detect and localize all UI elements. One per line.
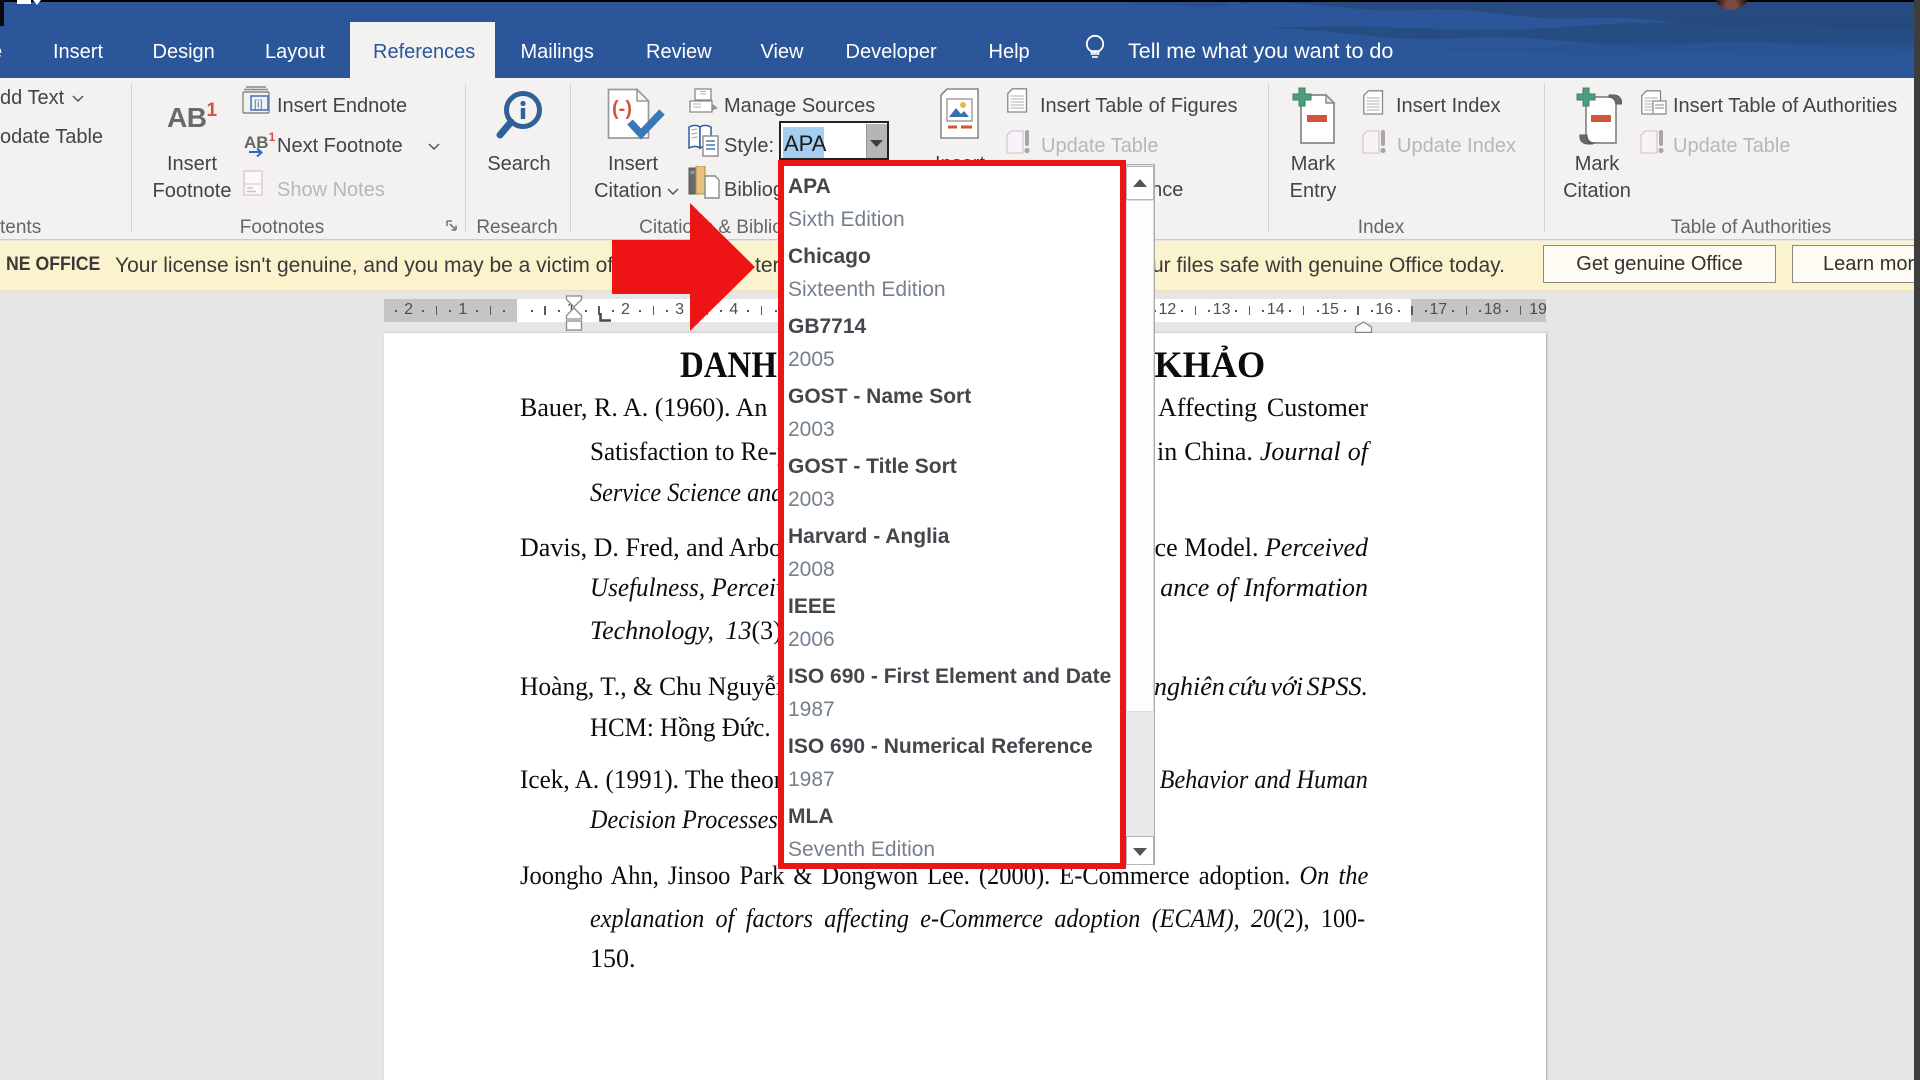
svg-text:(-): (-) <box>612 98 632 120</box>
svg-text:[i]: [i] <box>254 99 263 111</box>
